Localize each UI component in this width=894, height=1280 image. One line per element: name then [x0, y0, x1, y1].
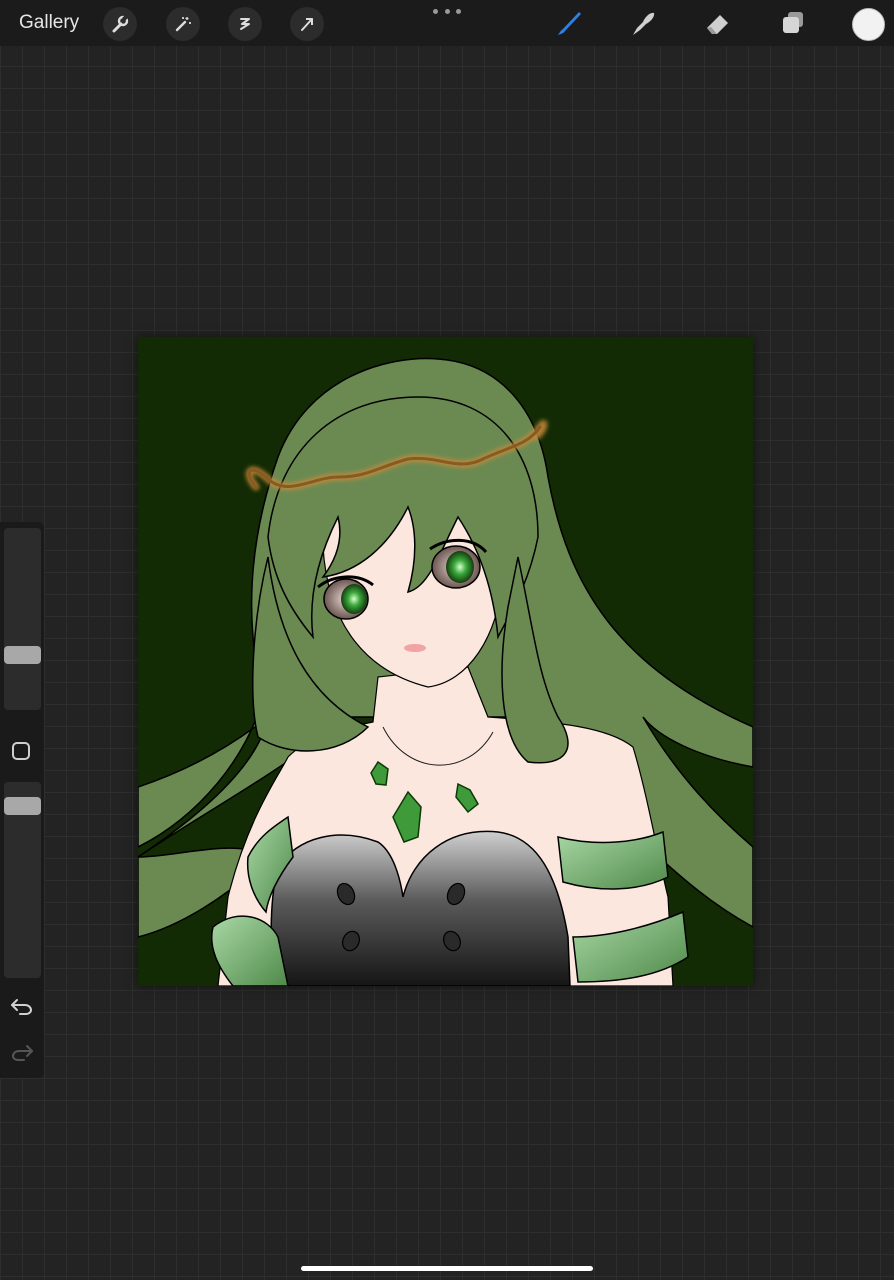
selection-icon	[240, 18, 250, 30]
layers-icon	[783, 12, 803, 33]
modifier-square-icon[interactable]	[12, 742, 30, 760]
undo-icon[interactable]	[9, 994, 35, 1018]
eraser-tool-button[interactable]	[701, 6, 735, 40]
brush-size-slider[interactable]	[4, 528, 41, 710]
smudge-tool-button[interactable]	[626, 6, 660, 40]
smudge-icon	[633, 12, 655, 35]
gallery-button[interactable]: Gallery	[19, 12, 79, 34]
brush-icon	[558, 12, 581, 35]
layers-button[interactable]	[776, 6, 810, 40]
brush-size-thumb[interactable]	[4, 646, 41, 664]
eye-right-iris	[446, 551, 474, 583]
eraser-icon	[707, 15, 728, 34]
left-sidebar	[0, 522, 44, 1078]
lips	[404, 644, 426, 652]
top-toolbar: Gallery	[0, 0, 894, 46]
more-dots-icon[interactable]	[433, 4, 461, 18]
transform-arrow-icon	[301, 18, 313, 31]
transform-button[interactable]	[290, 7, 324, 41]
redo-icon[interactable]	[9, 1040, 35, 1064]
adjustments-button[interactable]	[166, 7, 200, 41]
color-picker-button[interactable]	[852, 8, 885, 41]
actions-button[interactable]	[103, 7, 137, 41]
selection-button[interactable]	[228, 7, 262, 41]
brush-tool-button[interactable]	[552, 6, 586, 40]
opacity-thumb[interactable]	[4, 797, 41, 815]
magic-wand-icon	[175, 17, 191, 32]
drawing-canvas[interactable]	[138, 337, 753, 986]
wrench-icon	[112, 15, 129, 33]
home-indicator	[301, 1266, 593, 1271]
eye-left-iris	[341, 584, 367, 614]
